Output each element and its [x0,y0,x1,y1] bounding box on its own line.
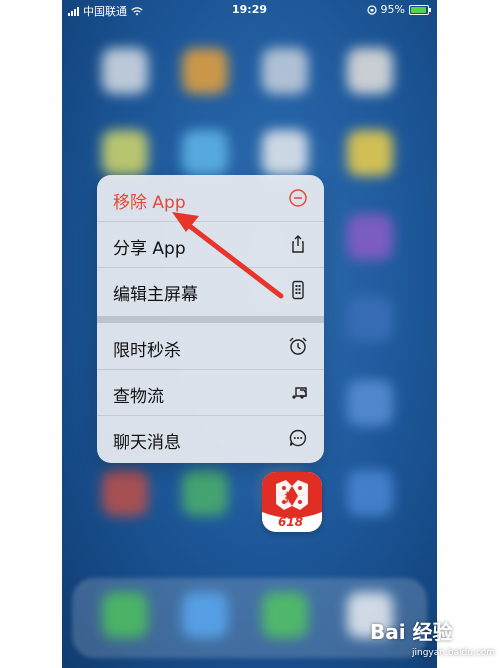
menu-item-label: 限时秒杀 [113,341,181,361]
blurred-dock-icon [102,592,148,638]
blurred-app-icon [102,48,148,94]
blurred-app-icon [262,48,308,94]
pinduoduo-app-icon[interactable]: 拼 618 [262,472,322,532]
blurred-app-icon [182,470,228,516]
flash-sale-menu-item[interactable]: 限时秒杀 [97,323,324,370]
blurred-app-icon [347,48,393,94]
app-logo-text: 拼 [285,491,296,504]
menu-item-label: 编辑主屏幕 [113,285,198,305]
blurred-app-icon [347,130,393,176]
truck-icon [292,387,307,399]
baidu-watermark: Bai 经验 [370,620,453,644]
blurred-app-icon [182,130,228,176]
app-badge-text: 618 [278,515,304,529]
menu-item-label: 聊天消息 [113,433,181,453]
menu-item-label: 分享 App [113,239,186,259]
menu-item-label: 查物流 [113,387,164,407]
blurred-dock-icon [182,592,228,638]
phone-screen-icon [292,280,304,300]
share-app-menu-item[interactable]: 分享 App [97,221,324,268]
blurred-app-icon [347,296,393,342]
share-icon [292,235,304,253]
blurred-app-icon [102,470,148,516]
blurred-app-icon [102,130,148,176]
chat-messages-menu-item[interactable]: 聊天消息 [97,415,324,461]
blurred-app-icon [182,48,228,94]
watermark-url: jingyan.baidu.com [412,648,496,658]
blurred-app-icon [262,130,308,176]
blurred-dock-icon [262,592,308,638]
chat-bubble-icon [289,429,307,447]
app-context-menu: 移除 App 分享 App 编辑主屏幕 限时秒杀 查物流 聊天消息 [97,175,324,463]
menu-item-label: 移除 App [113,193,186,213]
blurred-app-icon [347,380,393,426]
minus-circle-icon [289,189,307,207]
menu-separator [97,316,324,323]
orientation-lock-icon [366,4,377,15]
alarm-clock-icon [289,337,307,355]
battery-icon [409,4,431,15]
blurred-app-icon [347,470,393,516]
battery-percent: 95% [380,3,405,16]
edit-home-screen-menu-item[interactable]: 编辑主屏幕 [97,267,324,313]
status-bar: 中国联通 19:29 95% [62,0,437,20]
blurred-app-icon [347,214,393,260]
track-delivery-menu-item[interactable]: 查物流 [97,369,324,416]
remove-app-menu-item[interactable]: 移除 App [97,175,324,222]
